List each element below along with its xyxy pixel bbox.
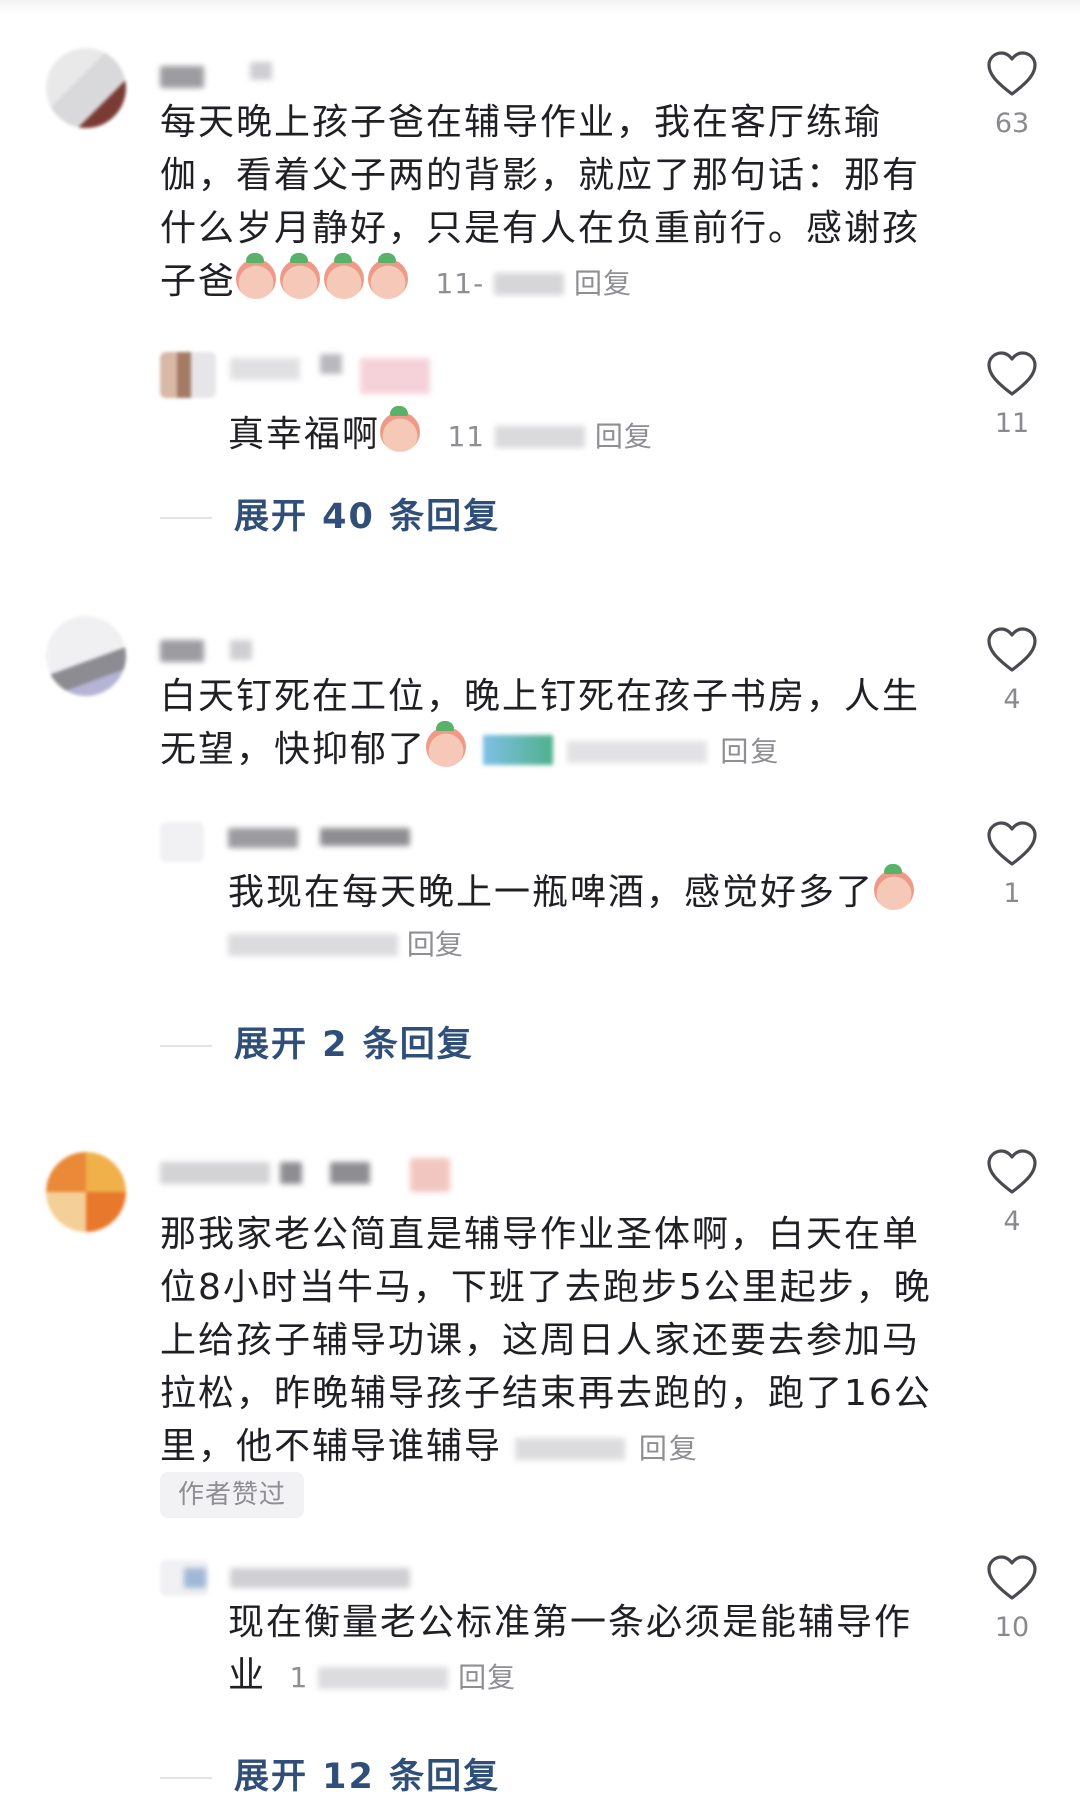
crying-face-emoji-icon [236,253,277,299]
crying-face-emoji-icon [280,253,321,299]
like-count: 63 [994,108,1030,139]
reply-button[interactable]: 回复 [574,267,632,300]
heart-outline-icon [987,51,1037,96]
crying-face-emoji-icon [380,406,421,452]
author-liked-badge: 作者赞过 [160,1472,305,1518]
reply-button[interactable]: 回复 [407,928,463,961]
avatar[interactable] [46,48,126,128]
username[interactable] [160,636,940,666]
crying-face-emoji-icon [426,721,467,767]
heart-outline-icon [987,821,1037,866]
heart-outline-icon [987,1555,1037,1600]
avatar[interactable] [160,822,204,862]
heart-outline-icon [987,351,1037,396]
avatar[interactable] [46,616,126,696]
reply-button[interactable]: 回复 [720,735,780,768]
like-button[interactable]: 10 [980,1554,1044,1643]
like-button[interactable]: 1 [980,820,1044,909]
like-count: 4 [1003,684,1021,715]
like-button[interactable]: 11 [980,350,1044,439]
heart-outline-icon [987,1149,1037,1194]
like-button[interactable]: 4 [980,626,1044,715]
top-divider [0,0,1080,14]
reply-button[interactable]: 回复 [595,420,653,453]
like-count: 11 [994,408,1030,439]
like-count: 10 [994,1612,1030,1643]
like-button[interactable]: 63 [980,50,1044,139]
like-count: 4 [1003,1206,1021,1237]
username[interactable] [160,62,940,92]
reply-text: 真幸福啊 [228,414,381,455]
username[interactable] [160,1158,940,1192]
like-count: 1 [1003,878,1021,909]
reply-time: 11 [447,420,486,453]
reply-button[interactable]: 回复 [639,1432,699,1465]
divider [160,1045,212,1047]
like-button[interactable]: 4 [980,1148,1044,1237]
comment-text: 那我家老公简直是辅导作业圣体啊，白天在单位8小时当牛马，下班了去跑步5公里起步，… [160,1214,932,1467]
expand-replies-button[interactable]: 展开 12 条回复 [160,1748,500,1799]
reply-button[interactable]: 回复 [458,1661,516,1694]
crying-face-emoji-icon [368,253,409,299]
heart-outline-icon [987,627,1037,672]
reply-text: 我现在每天晚上一瓶啤酒，感觉好多了 [228,872,875,913]
crying-face-emoji-icon [324,253,365,299]
crying-face-emoji-icon [874,864,915,910]
divider [160,1777,212,1779]
avatar[interactable] [160,352,216,398]
expand-replies-button[interactable]: 展开 40 条回复 [160,488,500,539]
comment-time: 11- [435,267,485,300]
divider [160,517,212,519]
avatar[interactable] [46,1152,126,1232]
expand-replies-button[interactable]: 展开 2 条回复 [160,1016,474,1067]
reply-time: 1 [289,1661,309,1694]
